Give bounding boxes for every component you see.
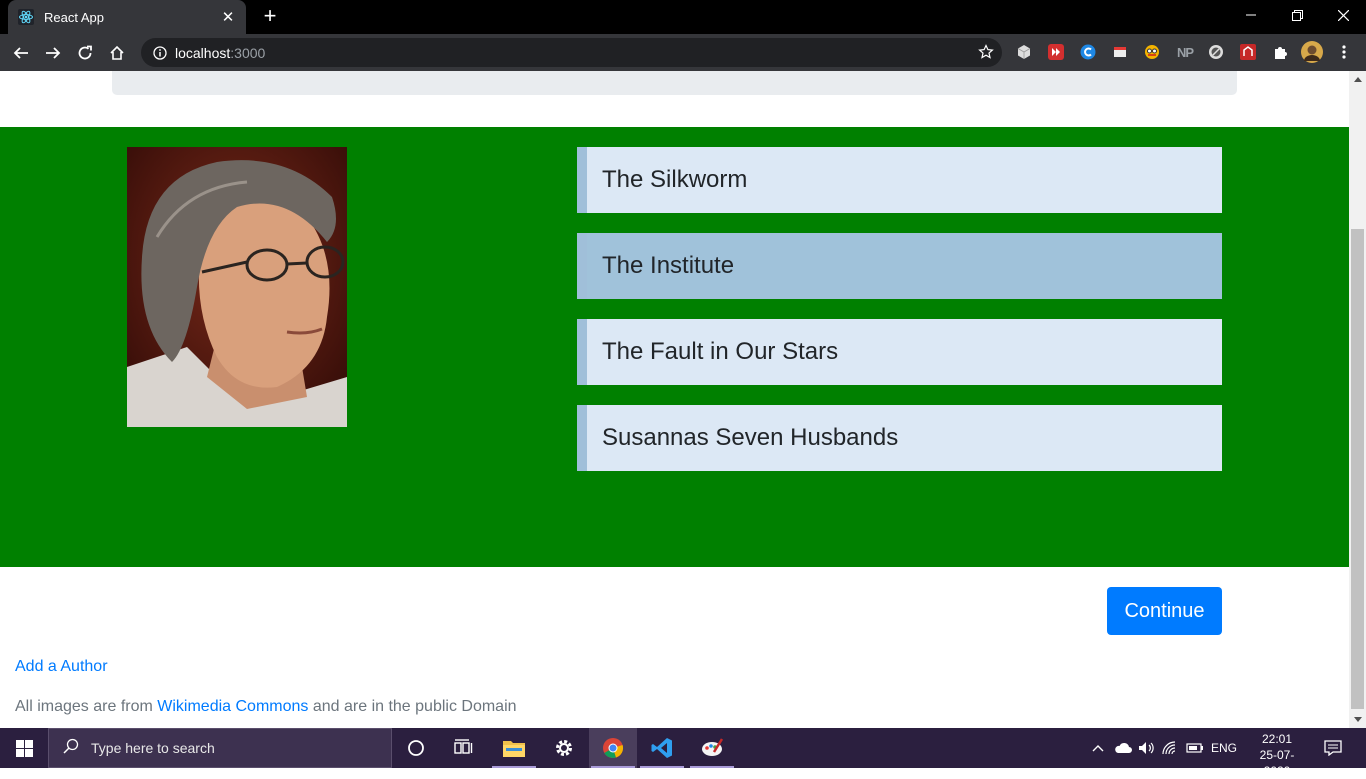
browser-toolbar: localhost:3000 NP bbox=[0, 34, 1366, 71]
clock-date: 25-07-2020 bbox=[1259, 748, 1295, 778]
page-scrollbar[interactable] bbox=[1349, 71, 1366, 728]
home-button[interactable] bbox=[104, 40, 130, 66]
close-window-button[interactable] bbox=[1320, 0, 1366, 30]
windows-taskbar: Type here to search ENG 22:01 25-07-2020 bbox=[0, 728, 1366, 778]
forward-button[interactable] bbox=[40, 40, 66, 66]
page-viewport: The Silkworm The Institute The Fault in … bbox=[0, 71, 1349, 728]
react-icon bbox=[18, 9, 34, 25]
scroll-down-arrow-icon[interactable] bbox=[1349, 711, 1366, 728]
search-icon bbox=[63, 738, 79, 759]
answer-title: Susannas Seven Husbands bbox=[602, 424, 899, 451]
task-view-icon[interactable] bbox=[440, 728, 488, 768]
answer-option-2[interactable]: The Institute bbox=[577, 233, 1222, 299]
settings-gear-icon[interactable] bbox=[540, 728, 588, 768]
add-author-link[interactable]: Add a Author bbox=[15, 658, 108, 676]
author-image bbox=[127, 147, 347, 427]
url-host: localhost bbox=[175, 44, 231, 61]
cube-extension-icon[interactable] bbox=[1015, 43, 1033, 61]
red-extension-icon[interactable] bbox=[1239, 43, 1257, 61]
answer-title: The Fault in Our Stars bbox=[602, 338, 839, 365]
reload-button[interactable] bbox=[72, 40, 98, 66]
np-extension-icon[interactable]: NP bbox=[1174, 43, 1196, 61]
wikimedia-commons-link[interactable]: Wikimedia Commons bbox=[157, 698, 308, 715]
taskbar-search[interactable]: Type here to search bbox=[48, 728, 392, 768]
language-indicator[interactable]: ENG bbox=[1208, 728, 1240, 768]
face-extension-icon[interactable] bbox=[1143, 43, 1161, 61]
browser-titlebar: React App ✕ + bbox=[0, 0, 1366, 34]
paint-icon[interactable] bbox=[688, 728, 736, 768]
answer-option-3[interactable]: The Fault in Our Stars bbox=[577, 319, 1222, 385]
answer-title: The Institute bbox=[602, 252, 735, 279]
search-placeholder: Type here to search bbox=[91, 740, 215, 756]
scroll-up-arrow-icon[interactable] bbox=[1349, 71, 1366, 88]
browser-tab[interactable]: React App ✕ bbox=[8, 0, 246, 34]
url-port: :3000 bbox=[230, 44, 266, 61]
back-button[interactable] bbox=[8, 40, 34, 66]
continue-button[interactable]: Continue bbox=[1107, 587, 1222, 635]
bookmark-star-icon[interactable] bbox=[978, 44, 994, 65]
volume-icon[interactable] bbox=[1136, 728, 1158, 768]
file-explorer-icon[interactable] bbox=[490, 728, 538, 768]
restore-button[interactable] bbox=[1274, 0, 1320, 30]
cortana-icon[interactable] bbox=[392, 728, 440, 768]
info-icon[interactable] bbox=[145, 45, 175, 60]
answer-option-1[interactable]: The Silkworm bbox=[577, 147, 1222, 213]
clock-time: 22:01 bbox=[1261, 732, 1293, 746]
address-bar[interactable]: localhost:3000 bbox=[141, 38, 1002, 67]
minimize-button[interactable] bbox=[1228, 0, 1274, 30]
forward-media-extension-icon[interactable] bbox=[1047, 43, 1065, 61]
browser-menu-icon[interactable] bbox=[1335, 43, 1353, 61]
taskbar-clock[interactable]: 22:01 25-07-2020 bbox=[1250, 731, 1304, 779]
header-jumbotron bbox=[112, 71, 1237, 95]
answer-option-4[interactable]: Susannas Seven Husbands bbox=[577, 405, 1222, 471]
scroll-thumb[interactable] bbox=[1351, 229, 1364, 709]
vscode-icon[interactable] bbox=[638, 728, 686, 768]
onedrive-cloud-icon[interactable] bbox=[1112, 728, 1134, 768]
profile-avatar[interactable] bbox=[1301, 41, 1323, 63]
close-tab-icon[interactable]: ✕ bbox=[220, 8, 236, 26]
c-extension-icon[interactable] bbox=[1079, 43, 1097, 61]
footer-prefix: All images are from bbox=[15, 698, 158, 715]
chrome-icon[interactable] bbox=[589, 728, 637, 768]
puzzle-extensions-icon[interactable] bbox=[1271, 43, 1289, 61]
wifi-icon[interactable] bbox=[1160, 728, 1182, 768]
turn-area: The Silkworm The Institute The Fault in … bbox=[0, 127, 1349, 567]
notification-center-icon[interactable] bbox=[1318, 728, 1348, 768]
new-tab-button[interactable]: + bbox=[258, 4, 282, 28]
start-button[interactable] bbox=[0, 728, 48, 768]
footer-suffix: and are in the public Domain bbox=[308, 698, 517, 715]
window-extension-icon[interactable] bbox=[1111, 43, 1129, 61]
tab-title: React App bbox=[44, 9, 104, 25]
show-hidden-icons-chevron-icon[interactable] bbox=[1090, 728, 1106, 768]
block-extension-icon[interactable] bbox=[1207, 43, 1225, 61]
footer-note: All images are from Wikimedia Commons an… bbox=[15, 698, 517, 716]
battery-icon[interactable] bbox=[1184, 728, 1206, 768]
answer-title: The Silkworm bbox=[602, 166, 748, 193]
